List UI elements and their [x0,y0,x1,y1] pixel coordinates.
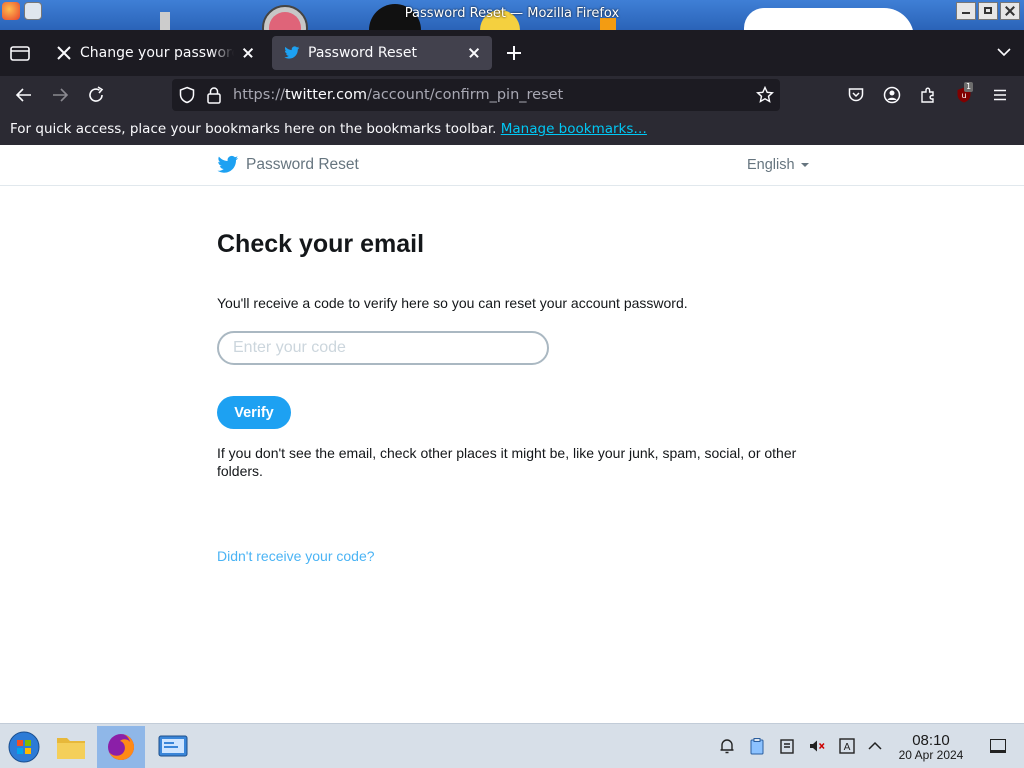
tab-change-password[interactable]: Change your password / X [44,36,266,70]
control-panel-icon [158,735,188,757]
svg-text:u: u [961,91,966,100]
window-controls [956,2,1020,20]
clipboard-icon[interactable] [748,737,766,755]
page-header: Password Reset English [0,145,1024,186]
close-tab-icon[interactable] [240,45,256,61]
volume-muted-icon[interactable] [808,737,826,755]
pocket-icon[interactable] [847,86,865,104]
tab-strip: Change your password / X Password Reset [0,30,1024,76]
taskbar-control-panel[interactable] [149,726,197,768]
maximize-button[interactable] [978,2,998,20]
chevron-up-icon[interactable] [866,737,884,755]
tab-label: Change your password / X [80,45,234,61]
lock-icon[interactable] [206,86,222,104]
hamburger-menu-icon[interactable] [991,86,1009,104]
window-title: Password Reset — Mozilla Firefox [404,6,620,21]
url-path: /account/confirm_pin_reset [367,87,564,103]
page-header-title: Password Reset [246,156,359,173]
bookmarks-message-container: For quick access, place your bookmarks h… [10,121,647,137]
minimize-button[interactable] [956,2,976,20]
resend-code-link[interactable]: Didn't receive your code? [217,548,375,564]
folder-icon [57,738,85,759]
new-tab-button[interactable] [504,43,524,63]
web-page: Password Reset English Check your email … [0,145,1024,723]
bookmark-star-icon[interactable] [756,86,774,104]
twitter-bird-icon [284,45,300,61]
language-selector[interactable]: English [747,157,809,173]
input-method-icon[interactable]: A [838,737,856,755]
manage-bookmarks-link[interactable]: Manage bookmarks… [501,121,647,137]
firefox-icon [108,734,134,760]
url-domain: twitter.com [284,87,368,103]
close-tab-icon[interactable] [466,45,482,61]
x-logo-icon [56,45,72,61]
tab-password-reset[interactable]: Password Reset [272,36,492,70]
notification-bell-icon[interactable] [718,737,736,755]
back-arrow-icon[interactable] [14,85,34,105]
start-menu-button[interactable] [0,726,48,768]
url-scheme: https:// [233,87,285,103]
start-orb-icon [8,731,40,763]
help-text: If you don't see the email, check other … [217,445,797,479]
chevron-down-icon[interactable] [996,44,1012,60]
taskbar: A 08:10 20 Apr 2024 [0,723,1024,768]
taskbar-file-manager[interactable] [47,726,95,768]
taskbar-firefox[interactable] [97,726,145,768]
svg-text:A: A [844,742,851,753]
window-titlebar[interactable]: Password Reset — Mozilla Firefox [0,0,1024,30]
close-window-button[interactable] [1000,2,1020,20]
reload-icon[interactable] [86,85,106,105]
tab-label: Password Reset [308,45,417,61]
url-text[interactable]: https://twitter.com/account/confirm_pin_… [233,87,563,103]
verification-code-input[interactable] [217,331,549,365]
show-desktop-icon[interactable] [990,739,1006,753]
bookmarks-toolbar: For quick access, place your bookmarks h… [0,114,1024,145]
bookmarks-message: For quick access, place your bookmarks h… [10,121,497,137]
language-label: English [747,157,795,173]
instructions-text: You'll receive a code to verify here so … [217,295,688,311]
page-title: Check your email [217,230,425,258]
firefox-view-icon[interactable] [8,42,32,64]
url-bar[interactable]: https://twitter.com/account/confirm_pin_… [172,79,780,111]
account-icon[interactable] [883,86,901,104]
verify-button[interactable]: Verify [217,396,291,429]
extension-badge: 1 [964,82,974,92]
extensions-puzzle-icon[interactable] [919,86,937,104]
caret-down-icon [800,163,809,168]
tracking-protection-shield-icon[interactable] [178,86,196,104]
clock-time[interactable]: 08:10 [894,732,968,749]
twitter-bird-icon[interactable] [217,155,239,175]
forward-arrow-icon[interactable] [50,85,70,105]
storage-device-icon[interactable] [778,737,796,755]
navigation-toolbar: https://twitter.com/account/confirm_pin_… [0,76,1024,114]
clock-date[interactable]: 20 Apr 2024 [894,748,968,762]
